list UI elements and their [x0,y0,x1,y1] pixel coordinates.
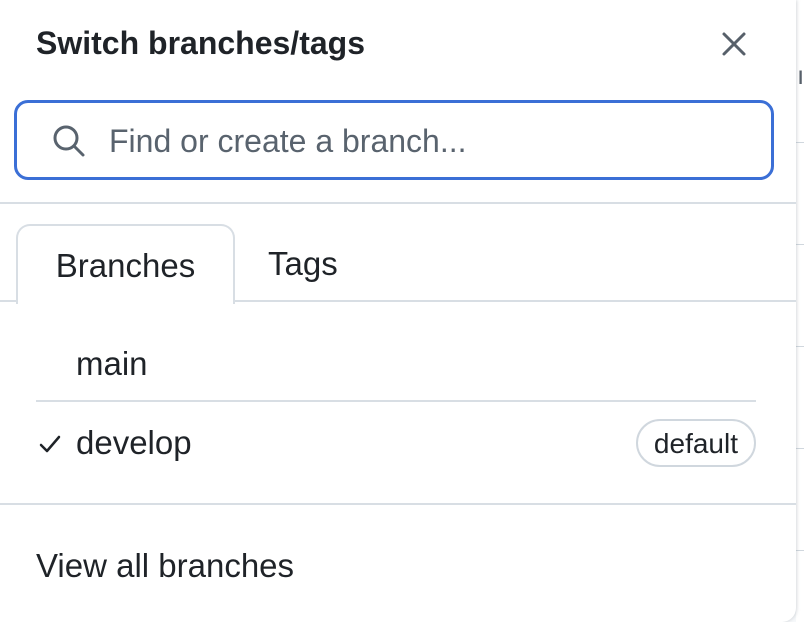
tab-branches[interactable]: Branches [16,224,235,304]
branch-item-develop[interactable]: develop default [36,404,756,482]
background-page-edge [796,0,804,622]
header-divider [0,202,796,204]
check-icon [39,435,61,453]
search-icon [53,125,85,157]
view-all-branches-link[interactable]: View all branches [36,540,294,592]
tab-bar: Branches Tags [0,224,796,304]
dialog-header: Switch branches/tags [36,22,760,66]
background-divider [796,142,804,143]
branch-divider [36,400,756,402]
dialog-title: Switch branches/tags [36,25,365,61]
search-input[interactable] [109,115,749,167]
close-button[interactable] [716,26,752,62]
background-divider [796,448,804,449]
background-divider [796,244,804,245]
footer-divider [0,503,796,505]
tab-tags[interactable]: Tags [268,224,388,302]
background-page-fragment: ı [797,60,804,90]
branch-name: develop [76,424,192,461]
branch-switcher-dialog: Switch branches/tags Branches Tags main … [0,0,796,622]
branch-name: main [76,345,148,382]
close-icon [722,32,746,56]
branch-item-main[interactable]: main [36,325,756,403]
background-divider [796,550,804,551]
default-badge: default [635,419,756,467]
background-divider [796,346,804,347]
search-field[interactable] [14,100,774,180]
